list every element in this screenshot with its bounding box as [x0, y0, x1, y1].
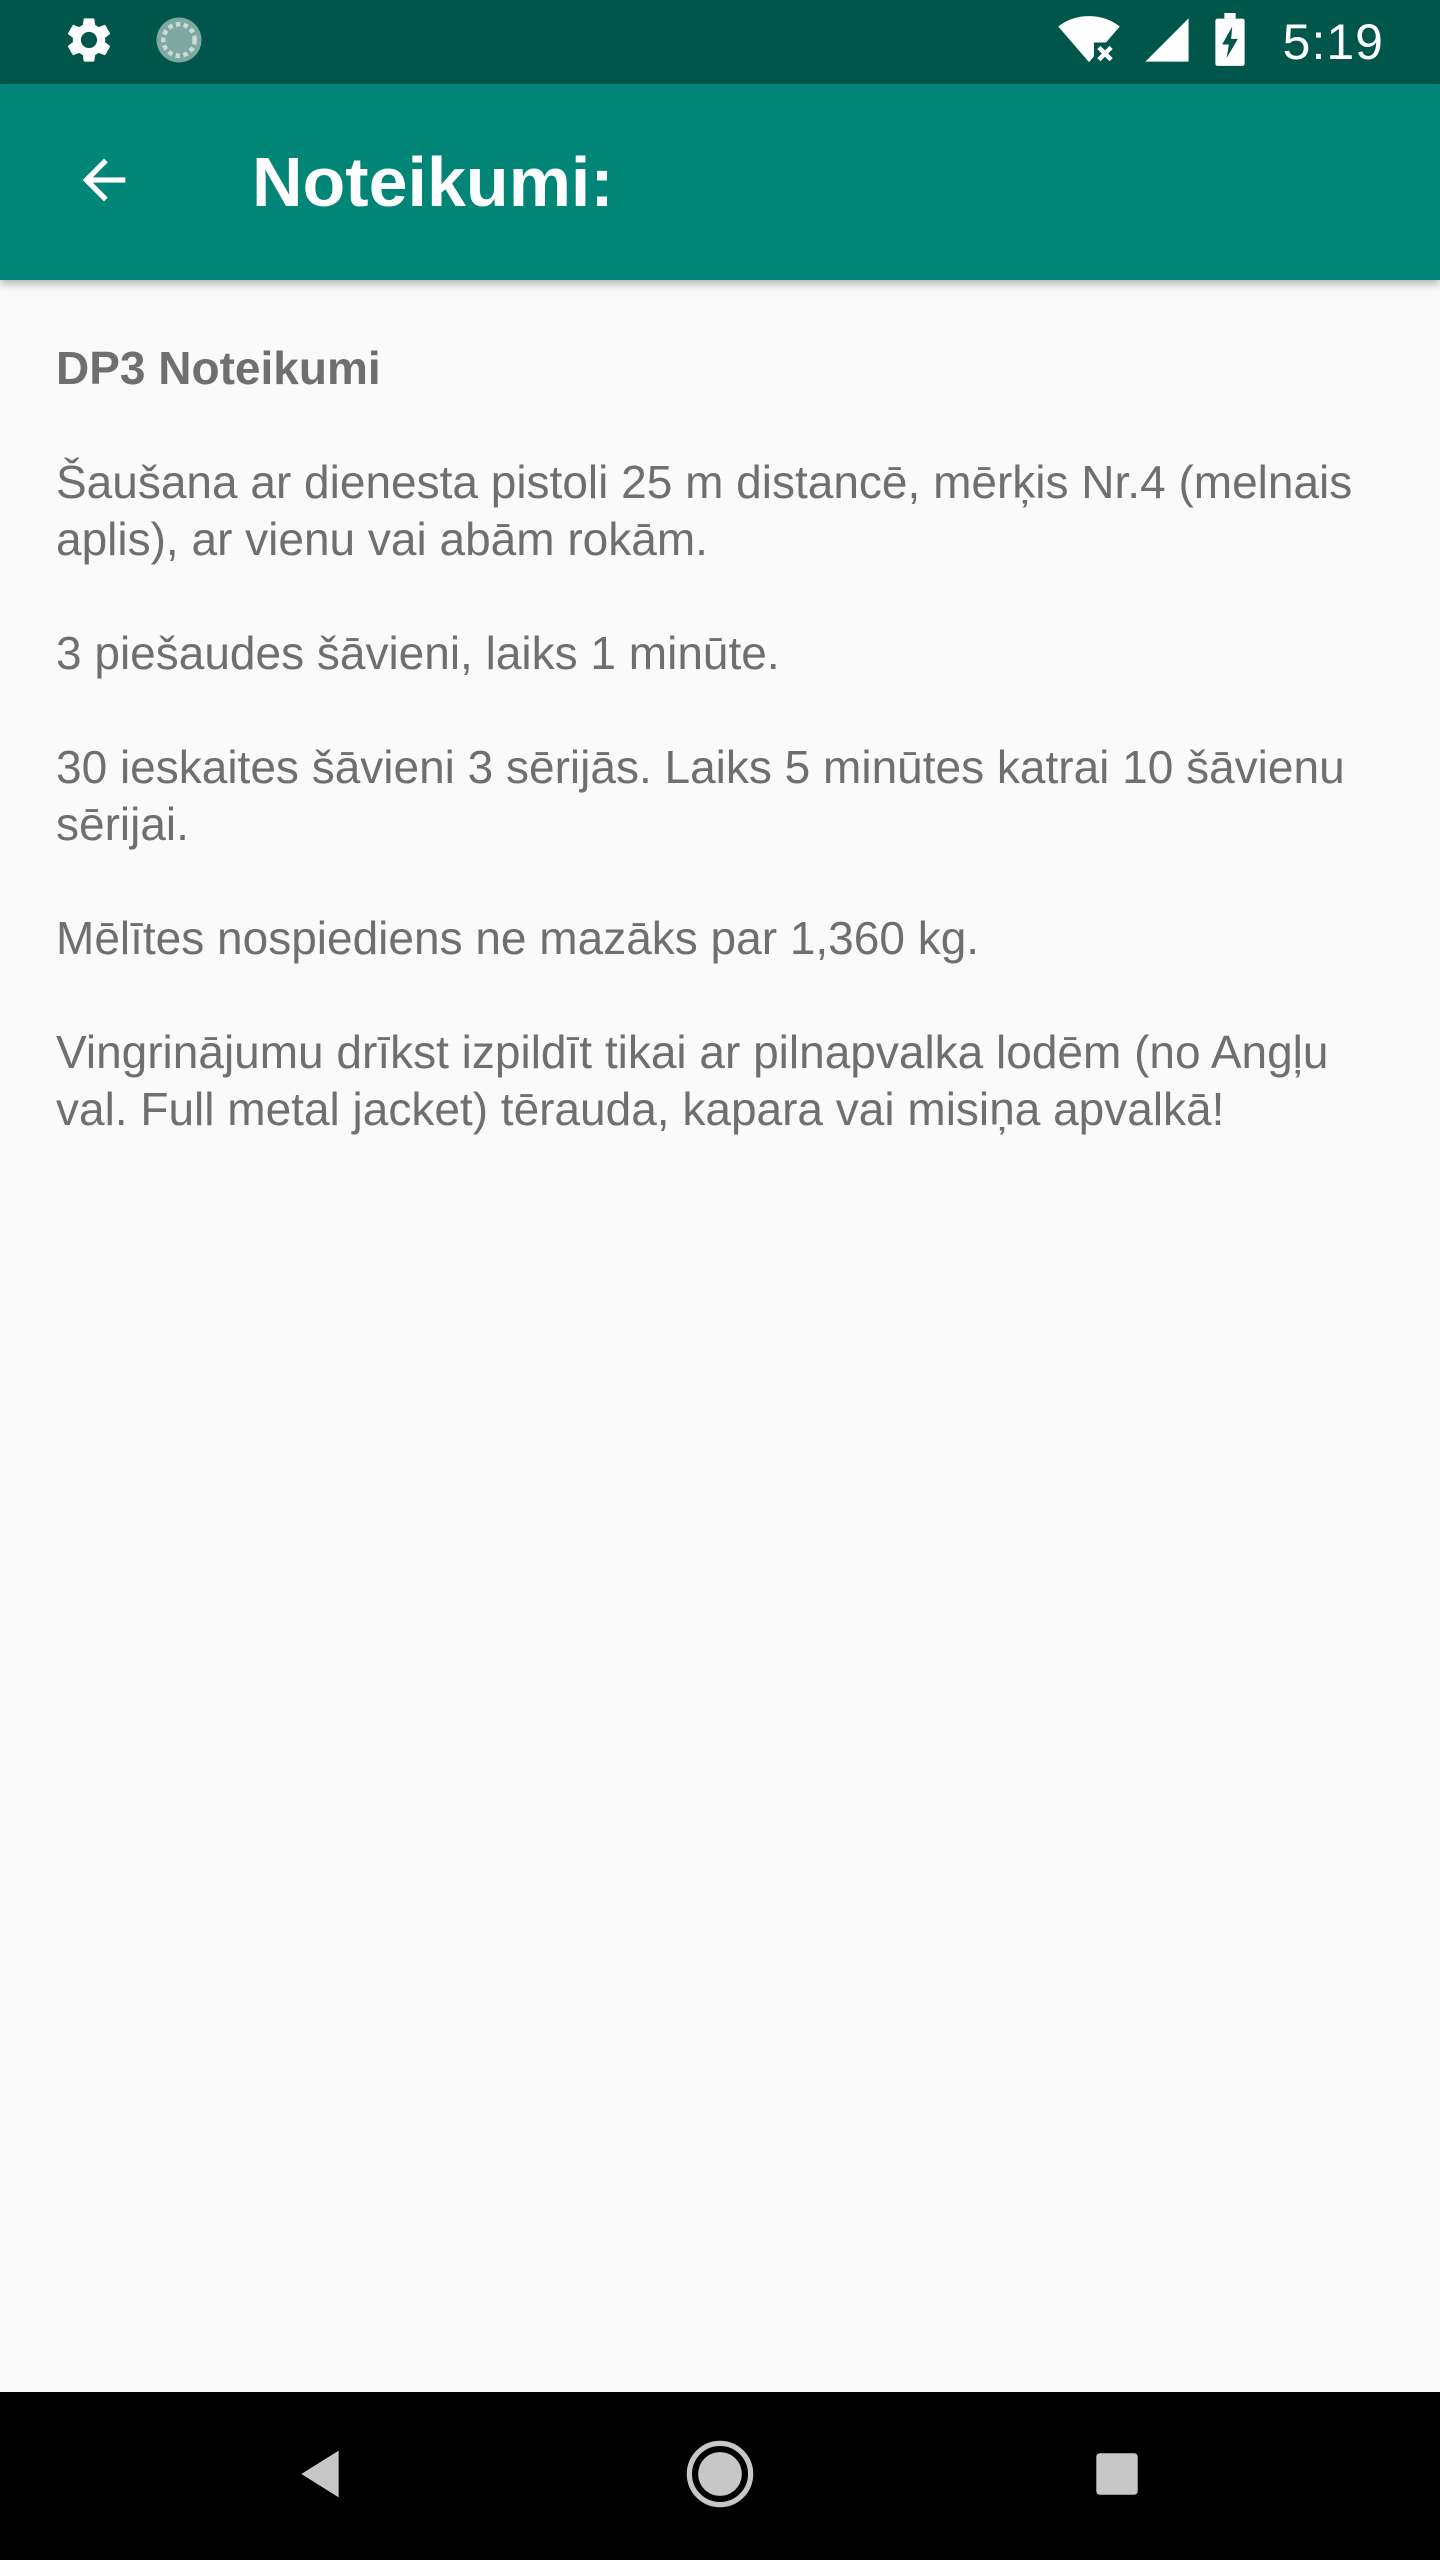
recents-square-icon: [1094, 2451, 1140, 2502]
status-time: 5:19: [1282, 14, 1384, 70]
rules-paragraph: Mēlītes nospiediens ne mazāks par 1,360 …: [56, 912, 980, 964]
status-left-icons: [62, 14, 206, 70]
battery-charging-icon: [1213, 12, 1247, 72]
sync-icon: [152, 13, 206, 72]
navigation-bar: [0, 2392, 1440, 2560]
nav-home-button[interactable]: [670, 2426, 770, 2526]
status-bar: 5:19: [0, 0, 1440, 84]
home-circle-icon: [685, 2439, 755, 2514]
rules-paragraph: Vingrinājumu drīkst izpildīt tikai ar pi…: [56, 1026, 1329, 1135]
signal-icon: [1143, 15, 1191, 70]
nav-back-button[interactable]: [270, 2426, 370, 2526]
app-bar: Noteikumi:: [0, 84, 1440, 280]
rules-paragraph: Šaušana ar dienesta pistoli 25 m distanc…: [56, 456, 1353, 565]
rules-content: DP3 Noteikumi Šaušana ar dienesta pistol…: [56, 340, 1356, 1195]
arrow-back-icon: [72, 148, 136, 217]
page-title: Noteikumi:: [252, 143, 614, 221]
status-right-icons: 5:19: [1057, 10, 1384, 74]
rules-paragraph: 30 ieskaites šāvieni 3 sērijās. Laiks 5 …: [56, 741, 1345, 850]
nav-recents-button[interactable]: [1067, 2426, 1167, 2526]
wifi-icon: [1057, 15, 1121, 70]
back-button[interactable]: [56, 134, 152, 230]
back-triangle-icon: [296, 2446, 344, 2507]
rules-heading: DP3 Noteikumi: [56, 342, 381, 394]
rules-paragraph: 3 piešaudes šāvieni, laiks 1 minūte.: [56, 627, 780, 679]
gear-icon: [62, 13, 116, 72]
